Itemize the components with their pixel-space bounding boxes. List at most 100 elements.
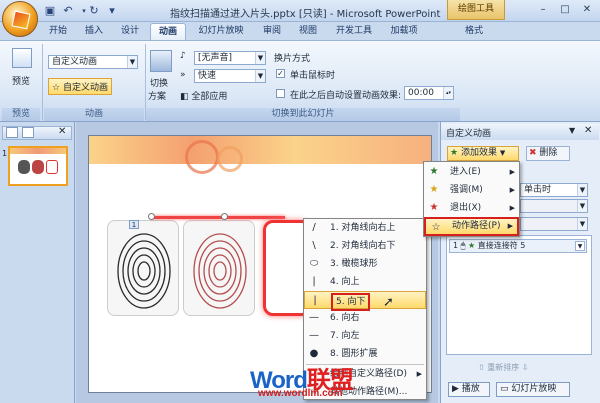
close-button[interactable]: ✕: [576, 2, 598, 18]
preview-icon[interactable]: [12, 48, 32, 68]
circle-expand-icon: ●: [309, 348, 319, 359]
custom-animation-button[interactable]: ☆ 自定义动画: [48, 78, 112, 95]
auto-advance-label: 在此之后自动设置动画效果:: [290, 91, 402, 101]
entrance-star-icon: ★: [429, 166, 439, 177]
speed-select-pane[interactable]: ▼: [520, 217, 588, 231]
group-label-transition: 切换到此幻灯片: [146, 108, 460, 121]
animation-list-item[interactable]: 1 🖱 ★ 直接连接符 5 ▼: [449, 239, 587, 253]
custom-animation-icon: ☆: [52, 83, 61, 93]
menu-item-label: 强调(M): [450, 185, 483, 195]
pane-options-icon[interactable]: ▼: [569, 126, 575, 135]
submenu-arrow-icon: ▶: [509, 204, 515, 212]
speed-select[interactable]: 快速 ▼: [194, 69, 266, 83]
transition-scheme-icon[interactable]: [150, 50, 172, 72]
on-click-checkbox[interactable]: ✓: [276, 69, 285, 78]
slide-thumbnail[interactable]: [8, 146, 68, 186]
menu-item-motion-paths[interactable]: ☆ 动作路径(P) ▶: [424, 217, 519, 236]
menu-item-label: 动作路径(P): [452, 221, 501, 231]
decor-circle: [185, 140, 219, 174]
menu-item-label: 7. 向左: [330, 331, 360, 341]
property-select[interactable]: ▼: [520, 199, 588, 213]
tab-home[interactable]: 开始: [42, 23, 74, 40]
play-button[interactable]: ▶ 播放: [448, 382, 490, 397]
menu-item-exit[interactable]: ★ 退出(X) ▶: [424, 199, 519, 217]
selection-handle[interactable]: [148, 213, 155, 220]
selection-handle[interactable]: [221, 213, 228, 220]
tab-view[interactable]: 视图: [292, 23, 324, 40]
fingerprint-card-red[interactable]: [183, 220, 255, 316]
play-icon: ▶: [452, 384, 459, 394]
group-separator: [42, 44, 43, 120]
speed-select-value: 快速: [198, 71, 217, 81]
auto-advance-time-input[interactable]: 00:00 ▴▾: [404, 86, 454, 100]
remove-button[interactable]: ✖ 删除: [526, 146, 570, 161]
minimize-button[interactable]: –: [532, 2, 554, 18]
play-label: 播放: [461, 384, 480, 394]
maximize-button[interactable]: □: [554, 2, 576, 18]
slideshow-button[interactable]: ▭ 幻灯片放映: [496, 382, 570, 397]
slides-tab-icon[interactable]: [6, 127, 18, 138]
list-item-label: 直接连接符 5: [477, 241, 526, 250]
office-button[interactable]: [2, 1, 38, 37]
add-effect-button[interactable]: ★ 添加效果 ▼: [447, 146, 519, 161]
apply-all-button[interactable]: ◧ 全部应用: [180, 89, 227, 102]
path-star-icon: ★: [468, 241, 476, 250]
custom-animation-combo[interactable]: 自定义动画 ▼: [48, 55, 138, 69]
qat-customize-icon[interactable]: ▾: [104, 3, 120, 19]
diagonal-up-right-icon: /: [312, 222, 316, 233]
redo-icon[interactable]: ↻: [86, 3, 102, 19]
menu-item-diagonal-down-right[interactable]: \ 2. 对角线向右下: [304, 237, 426, 255]
spinner-icon[interactable]: ▴▾: [443, 87, 453, 99]
menu-item-football[interactable]: ⬭ 3. 橄榄球形: [304, 255, 426, 273]
close-icon[interactable]: ✕: [58, 126, 66, 137]
menu-item-up[interactable]: | 4. 向上: [304, 273, 426, 291]
close-icon[interactable]: ✕: [584, 125, 592, 136]
tab-developer[interactable]: 开发工具: [328, 23, 380, 40]
save-icon[interactable]: ▣: [42, 3, 58, 19]
office-logo-icon: [11, 10, 31, 30]
reorder-label: 重新排序: [487, 363, 520, 372]
menu-item-diagonal-up-right[interactable]: / 1. 对角线向右上: [304, 219, 426, 237]
emphasis-star-icon: ★: [429, 184, 439, 195]
menu-item-left[interactable]: — 7. 向左: [304, 327, 426, 345]
remove-label: 删除: [539, 148, 558, 158]
submenu-arrow-icon: ▶: [507, 222, 513, 230]
menu-item-right[interactable]: — 6. 向右: [304, 309, 426, 327]
tab-review[interactable]: 审阅: [256, 23, 288, 40]
menu-item-entrance[interactable]: ★ 进入(E) ▶: [424, 163, 519, 181]
tab-addins[interactable]: 加载项: [384, 23, 424, 40]
menu-item-down[interactable]: | 5. 向下 ➚: [304, 291, 426, 311]
contextual-tab-label: 绘图工具: [447, 0, 505, 20]
chevron-down-icon: ▼: [577, 184, 587, 196]
menu-item-emphasis[interactable]: ★ 强调(M) ▶: [424, 181, 519, 199]
outline-tab-icon[interactable]: [22, 127, 34, 138]
fingerprint-card-black[interactable]: [107, 220, 179, 316]
slideshow-icon: ▭: [500, 384, 509, 394]
preview-button[interactable]: 预览: [12, 74, 30, 87]
reorder-control[interactable]: ⇧ 重新排序 ⇩: [478, 362, 529, 373]
connector-line-selected[interactable]: [151, 216, 285, 219]
start-select[interactable]: 单击时 ▼: [520, 183, 588, 197]
tab-format[interactable]: 格式: [458, 23, 490, 40]
sound-select[interactable]: [无声音] ▼: [194, 51, 266, 65]
add-effect-star-icon: ★: [450, 148, 459, 158]
task-pane-title: 自定义动画: [446, 129, 492, 139]
chevron-down-icon[interactable]: ▼: [575, 241, 585, 251]
add-effect-menu: ★ 进入(E) ▶ ★ 强调(M) ▶ ★ 退出(X) ▶ ☆ 动作路径(P) ▶: [423, 161, 520, 237]
tab-slideshow[interactable]: 幻灯片放映: [190, 23, 252, 40]
path-right-icon: —: [309, 312, 319, 323]
chevron-down-icon: ▼: [577, 218, 587, 230]
thumbnail-banner: [10, 148, 66, 154]
transition-scheme-label-1[interactable]: 切换: [150, 76, 168, 89]
menu-item-label: 进入(E): [450, 167, 481, 177]
auto-advance-checkbox[interactable]: [276, 89, 285, 98]
menu-item-label: 2. 对角线向右下: [330, 241, 396, 251]
transition-scheme-label-2[interactable]: 方案: [148, 89, 166, 102]
on-click-label: 单击鼠标时: [290, 71, 336, 81]
undo-icon[interactable]: ↶: [60, 3, 76, 19]
tab-insert[interactable]: 插入: [78, 23, 110, 40]
tab-animation[interactable]: 动画: [150, 23, 186, 40]
list-item-number: 1: [453, 241, 459, 250]
tab-design[interactable]: 设计: [114, 23, 146, 40]
submenu-arrow-icon: ▶: [416, 370, 422, 378]
